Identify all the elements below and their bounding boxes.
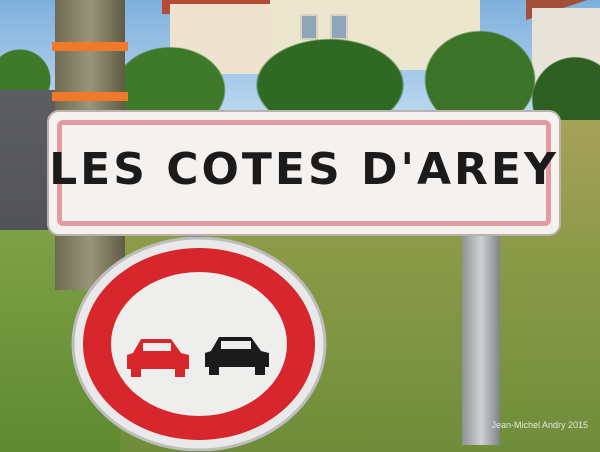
- photo-credit: Jean-Michel Andry 2015: [491, 420, 588, 430]
- orange-tape: [52, 92, 128, 101]
- orange-tape: [52, 42, 128, 51]
- round-sign-center: [111, 272, 287, 416]
- town-name-sign: LES COTES D'AREY: [47, 110, 561, 236]
- sign-post: [462, 225, 500, 445]
- photo-scene: LES COTES D'AREY Jean-Michel Andry 2015: [0, 0, 600, 452]
- sign-text: LES COTES D'AREY: [49, 144, 559, 195]
- no-overtaking-sign: [71, 237, 327, 451]
